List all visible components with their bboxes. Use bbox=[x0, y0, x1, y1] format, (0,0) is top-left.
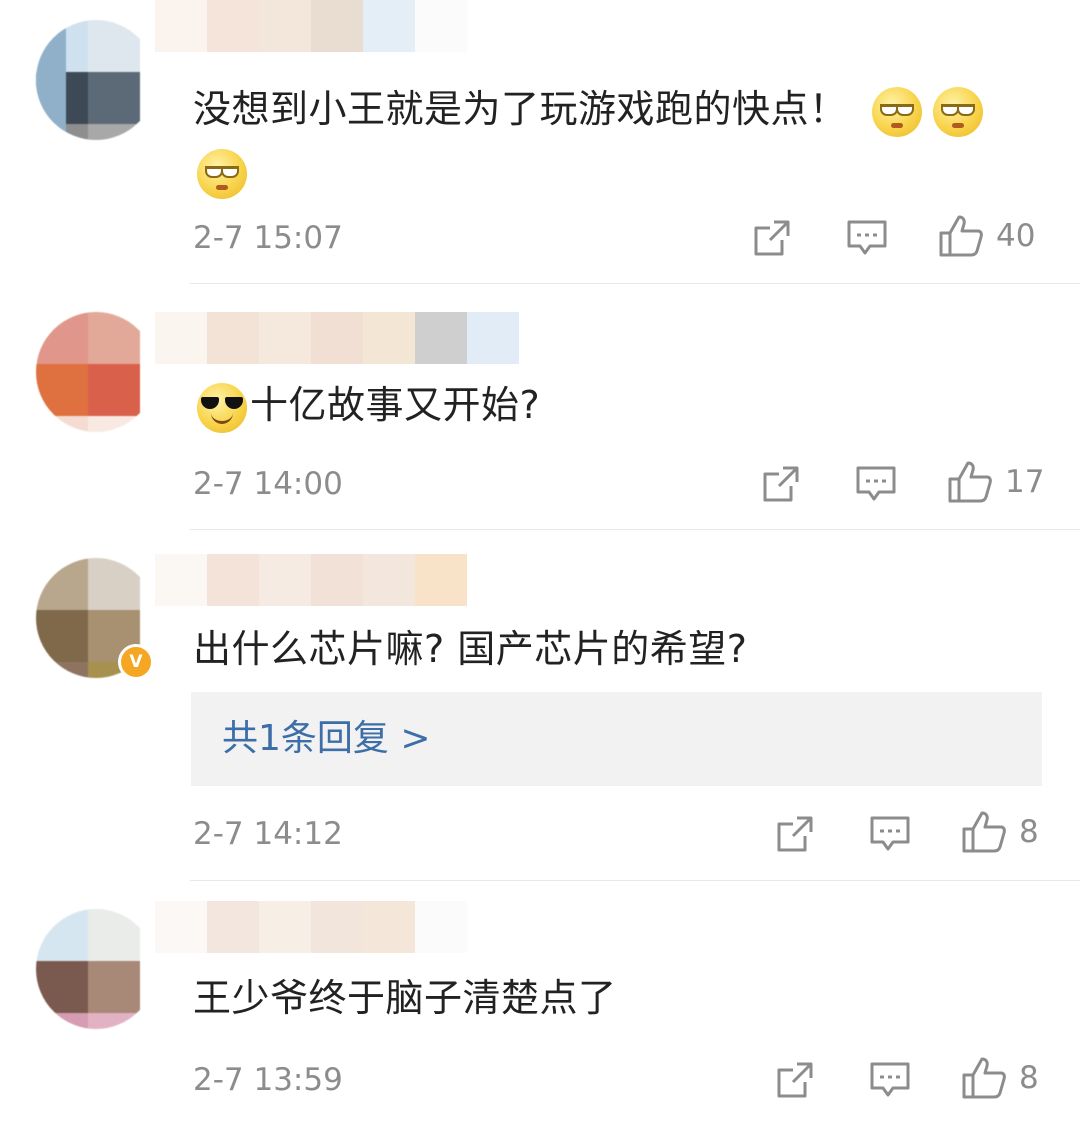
like-button[interactable]: 8 bbox=[961, 1056, 1039, 1100]
like-count: 40 bbox=[996, 218, 1036, 254]
comment-text-content: 没想到小王就是为了玩游戏跑的快点！ bbox=[193, 87, 848, 131]
eye-roll-emoji-icon bbox=[871, 86, 922, 137]
share-icon bbox=[777, 816, 813, 852]
like-button[interactable]: 8 bbox=[961, 810, 1039, 854]
comment-text-line2 bbox=[193, 140, 250, 202]
comment-icon bbox=[856, 466, 896, 501]
like-button[interactable]: 40 bbox=[938, 214, 1035, 258]
reply-thread-link[interactable]: 共1条回复 > bbox=[191, 692, 1042, 786]
username-blurred[interactable] bbox=[155, 901, 467, 953]
eye-roll-emoji-icon bbox=[932, 86, 983, 137]
comment-icon bbox=[870, 816, 910, 851]
like-icon bbox=[962, 811, 1006, 853]
sunglasses-emoji-icon bbox=[197, 382, 247, 433]
share-button[interactable] bbox=[775, 812, 815, 856]
comment-icon bbox=[870, 1062, 910, 1097]
comment-text: 王少爷终于脑子清楚点了 bbox=[193, 976, 617, 1020]
comment-text: 出什么芯片嘛? 国产芯片的希望? bbox=[193, 627, 748, 671]
comment-button[interactable] bbox=[846, 216, 888, 260]
comment-item: V 出什么芯片嘛? 国产芯片的希望? 共1条回复 > 2-7 14:12 8 bbox=[0, 530, 1080, 881]
like-count: 8 bbox=[1019, 814, 1039, 850]
like-count: 17 bbox=[1005, 464, 1045, 500]
share-icon bbox=[777, 1062, 813, 1098]
like-count: 8 bbox=[1019, 1060, 1039, 1096]
comment-text-content: 十亿故事又开始? bbox=[250, 383, 541, 427]
reply-count-link[interactable]: 共1条回复 > bbox=[222, 714, 431, 764]
comment-text: 十亿故事又开始? bbox=[193, 374, 540, 436]
comment-time: 2-7 14:12 bbox=[193, 816, 343, 852]
share-icon bbox=[754, 220, 790, 256]
comment-icon bbox=[847, 220, 887, 255]
comment-item: 王少爷终于脑子清楚点了 2-7 13:59 8 bbox=[0, 881, 1080, 1123]
comment-time: 2-7 15:07 bbox=[193, 220, 343, 256]
verified-badge: V bbox=[118, 644, 154, 680]
avatar[interactable] bbox=[36, 909, 156, 1029]
avatar[interactable] bbox=[36, 20, 156, 140]
comment-button[interactable] bbox=[855, 462, 897, 506]
username-blurred[interactable] bbox=[155, 554, 467, 606]
share-button[interactable] bbox=[761, 462, 801, 506]
username-blurred[interactable] bbox=[155, 0, 467, 52]
comment-button[interactable] bbox=[869, 812, 911, 856]
username-blurred[interactable] bbox=[155, 312, 519, 364]
comment-item: 十亿故事又开始? 2-7 14:00 17 bbox=[0, 284, 1080, 530]
comment-time: 2-7 13:59 bbox=[193, 1062, 343, 1098]
comment-time: 2-7 14:00 bbox=[193, 466, 343, 502]
like-button[interactable]: 17 bbox=[947, 460, 1044, 504]
share-button[interactable] bbox=[775, 1058, 815, 1102]
like-icon bbox=[948, 461, 992, 503]
share-button[interactable] bbox=[752, 216, 792, 260]
eye-roll-emoji-icon bbox=[197, 148, 247, 199]
comment-text: 没想到小王就是为了玩游戏跑的快点！ bbox=[193, 78, 986, 140]
share-icon bbox=[763, 466, 799, 502]
like-icon bbox=[962, 1057, 1006, 1099]
like-icon bbox=[939, 215, 983, 257]
comment-item: 没想到小王就是为了玩游戏跑的快点！ 2-7 15:07 40 bbox=[0, 0, 1080, 284]
avatar[interactable] bbox=[36, 312, 156, 432]
comment-button[interactable] bbox=[869, 1058, 911, 1102]
